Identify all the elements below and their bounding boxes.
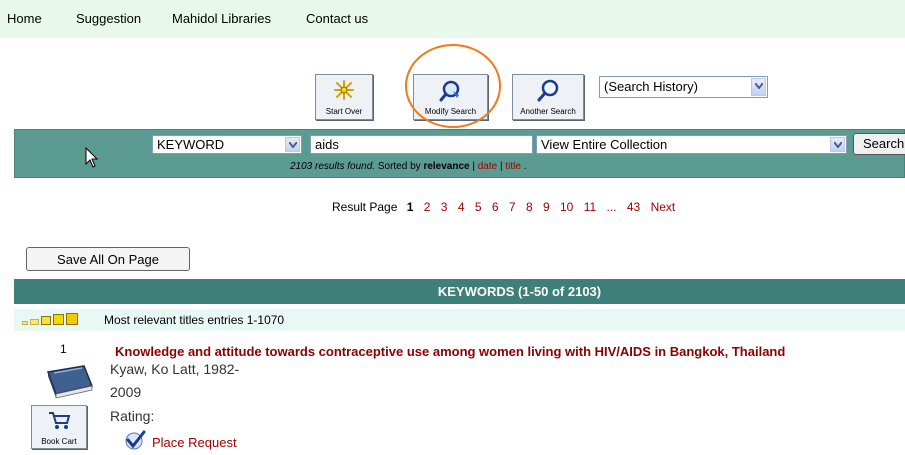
nav-contact-us[interactable]: Contact us [306, 11, 368, 26]
page-link-last[interactable]: 43 [627, 200, 640, 214]
book-icon [42, 364, 98, 400]
another-search-button[interactable]: Another Search [512, 74, 584, 120]
record-title-link[interactable]: Knowledge and attitude towards contracep… [115, 344, 785, 359]
page-link[interactable]: 10 [560, 200, 573, 214]
mouse-pointer-icon [85, 146, 99, 169]
pagination: Result Page 1 2 3 4 5 6 7 8 9 10 11 ... … [332, 200, 675, 214]
page-link[interactable]: 3 [441, 200, 448, 214]
sort-date-link[interactable]: date [478, 161, 497, 172]
nav-home[interactable]: Home [7, 11, 42, 26]
place-request-link[interactable]: Place Request [152, 435, 237, 450]
page-link[interactable]: 4 [458, 200, 465, 214]
cart-icon [49, 412, 71, 429]
page-link[interactable]: 8 [526, 200, 533, 214]
chevron-down-icon [751, 78, 766, 96]
nav-suggestion[interactable]: Suggestion [76, 11, 141, 26]
start-over-button[interactable]: Start Over [315, 74, 373, 120]
keywords-header: KEYWORDS (1-50 of 2103) [14, 279, 905, 304]
page-link[interactable]: 11 [584, 200, 596, 214]
book-cart-button[interactable]: Book Cart [31, 405, 87, 449]
sort-relevance: relevance [423, 161, 470, 172]
page-link[interactable]: 7 [509, 200, 516, 214]
sparkle-icon [316, 78, 372, 102]
page-link[interactable]: 9 [543, 200, 550, 214]
modify-search-button[interactable]: Modify Search [413, 74, 488, 120]
search-history-select[interactable]: (Search History) [599, 76, 768, 98]
page-current: 1 [406, 200, 414, 214]
record-author: Kyaw, Ko Latt, 1982- [110, 361, 240, 377]
pager-label: Result Page [332, 200, 398, 214]
results-summary: 2103 results found. Sorted by relevance … [290, 161, 527, 172]
top-nav-bar: Home Suggestion Mahidol Libraries Contac… [0, 0, 905, 38]
relevance-bar: Most relevant titles entries 1-1070 [14, 309, 905, 331]
chevron-down-icon [285, 137, 300, 152]
magnifier-edit-icon [414, 78, 487, 102]
chevron-down-icon [830, 137, 845, 152]
save-all-on-page-button[interactable]: Save All On Page [26, 247, 190, 271]
relevance-label: Most relevant titles entries 1-1070 [104, 313, 285, 327]
nav-mahidol-libraries[interactable]: Mahidol Libraries [172, 11, 271, 26]
record-number: 1 [60, 342, 67, 356]
page-link[interactable]: 6 [492, 200, 499, 214]
magnifier-icon [513, 78, 583, 102]
next-page-link[interactable]: Next [651, 200, 676, 214]
page-link[interactable]: 5 [475, 200, 482, 214]
collection-scope-select[interactable]: View Entire Collection [536, 135, 847, 154]
sort-title-link[interactable]: title [505, 161, 521, 172]
record-rating-label: Rating: [110, 408, 155, 424]
search-button[interactable]: Search [853, 133, 905, 155]
search-field-select[interactable]: KEYWORD [152, 135, 302, 154]
search-input[interactable] [310, 135, 533, 154]
record-year: 2009 [110, 384, 142, 400]
pager-ellipsis: ... [606, 200, 617, 214]
checkmark-icon [124, 430, 146, 450]
page-link[interactable]: 2 [424, 200, 431, 214]
